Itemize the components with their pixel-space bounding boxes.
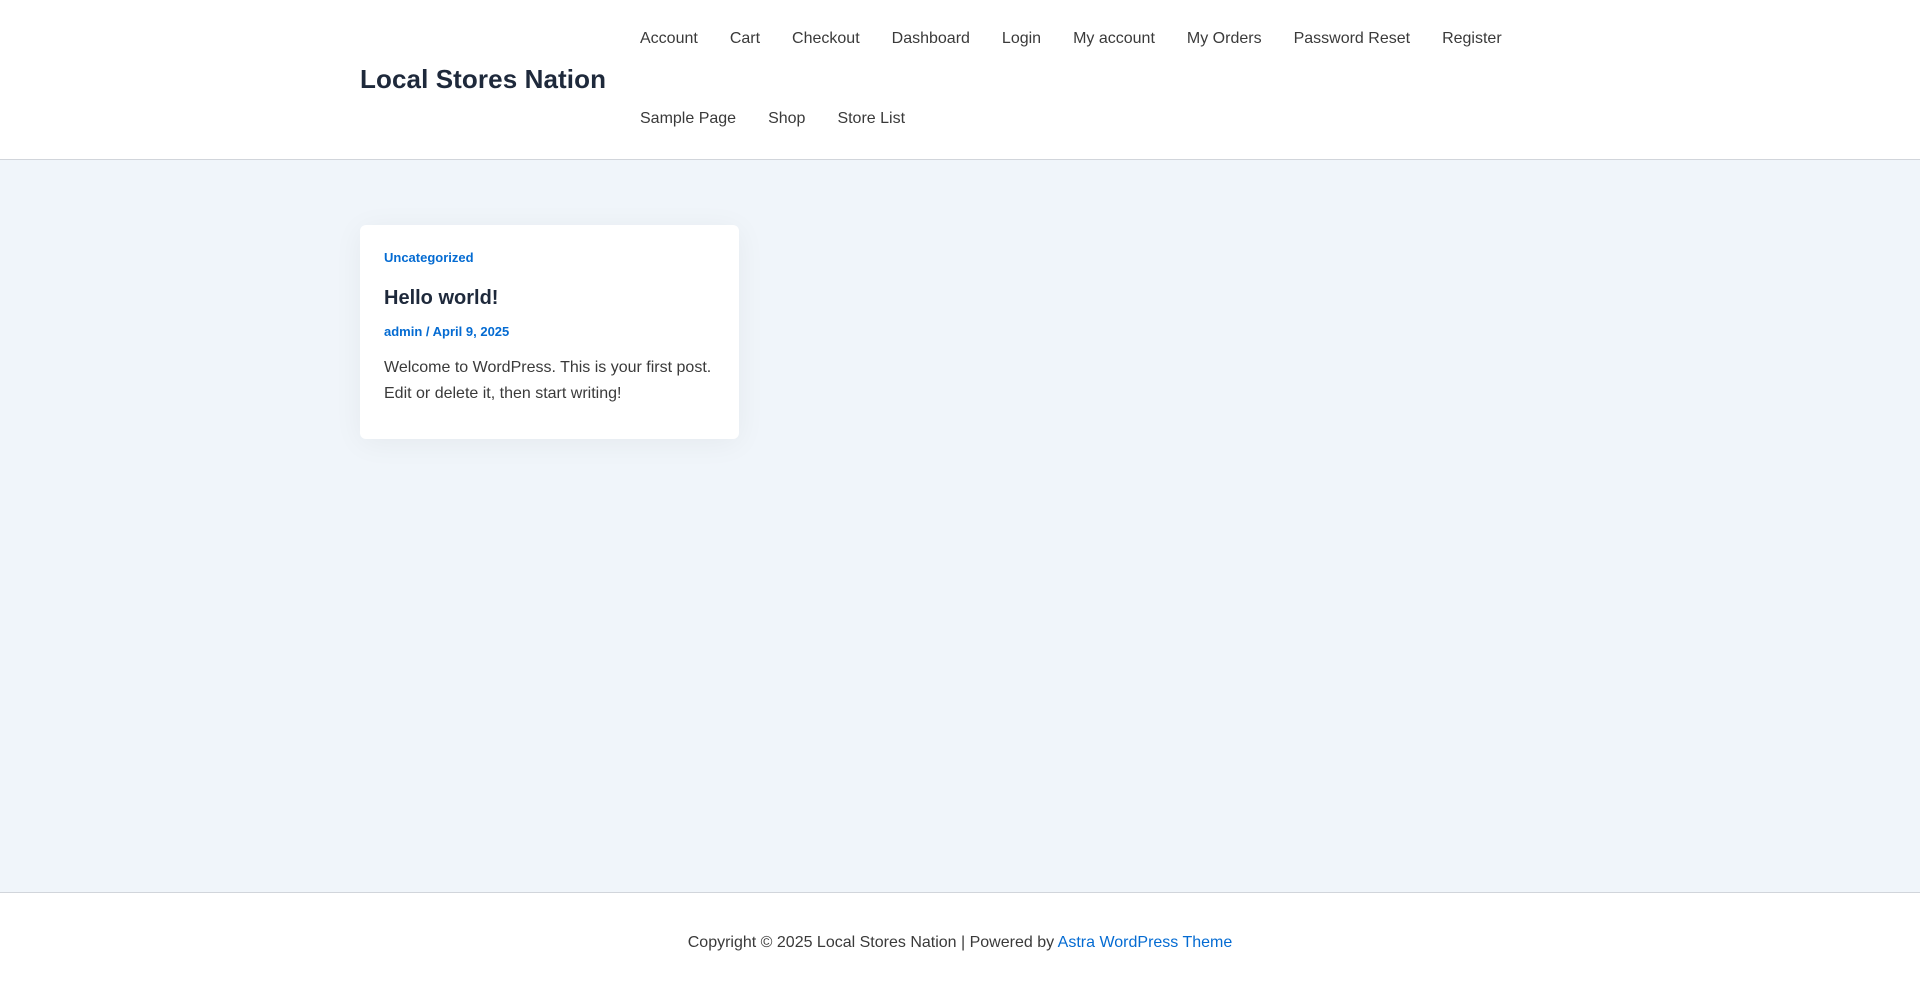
primary-nav-row-2: Sample Page Shop Store List — [624, 108, 921, 130]
nav-item-login[interactable]: Login — [986, 28, 1057, 50]
nav-item-store-list[interactable]: Store List — [821, 108, 921, 130]
post-card: Uncategorized Hello world! admin / April… — [360, 225, 739, 439]
nav-item-my-orders[interactable]: My Orders — [1171, 28, 1278, 50]
nav-item-account[interactable]: Account — [624, 28, 714, 50]
site-footer: Copyright © 2025 Local Stores Nation | P… — [0, 892, 1920, 993]
post-author-link[interactable]: admin — [384, 324, 422, 339]
main-content: Uncategorized Hello world! admin / April… — [0, 160, 1920, 892]
footer-theme-link[interactable]: Astra WordPress Theme — [1058, 934, 1233, 951]
post-excerpt: Welcome to WordPress. This is your first… — [384, 355, 715, 407]
post-meta-separator: / — [422, 324, 433, 339]
nav-item-password-reset[interactable]: Password Reset — [1278, 28, 1427, 50]
nav-item-register[interactable]: Register — [1426, 28, 1518, 50]
nav-item-shop[interactable]: Shop — [752, 108, 821, 130]
post-excerpt-line: Edit or delete it, then start writing! — [384, 385, 622, 402]
primary-nav-row-1: Account Cart Checkout Dashboard Login My… — [624, 28, 1518, 50]
nav-item-sample-page[interactable]: Sample Page — [624, 108, 752, 130]
nav-item-my-account[interactable]: My account — [1057, 28, 1171, 50]
nav-item-cart[interactable]: Cart — [714, 28, 776, 50]
post-excerpt-line: Welcome to WordPress. This is your first… — [384, 359, 712, 376]
nav-item-dashboard[interactable]: Dashboard — [876, 28, 986, 50]
post-category-link[interactable]: Uncategorized — [384, 249, 474, 267]
site-header: Local Stores Nation Account Cart Checkou… — [0, 0, 1920, 160]
nav-item-checkout[interactable]: Checkout — [776, 28, 876, 50]
post-date-link[interactable]: April 9, 2025 — [433, 324, 510, 339]
site-title-link[interactable]: Local Stores Nation — [360, 62, 606, 96]
post-meta: admin / April 9, 2025 — [384, 323, 715, 341]
footer-copyright: Copyright © 2025 Local Stores Nation | P… — [0, 932, 1920, 954]
footer-copyright-text: Copyright © 2025 Local Stores Nation | P… — [687, 934, 1058, 951]
post-title-link[interactable]: Hello world! — [384, 285, 715, 311]
